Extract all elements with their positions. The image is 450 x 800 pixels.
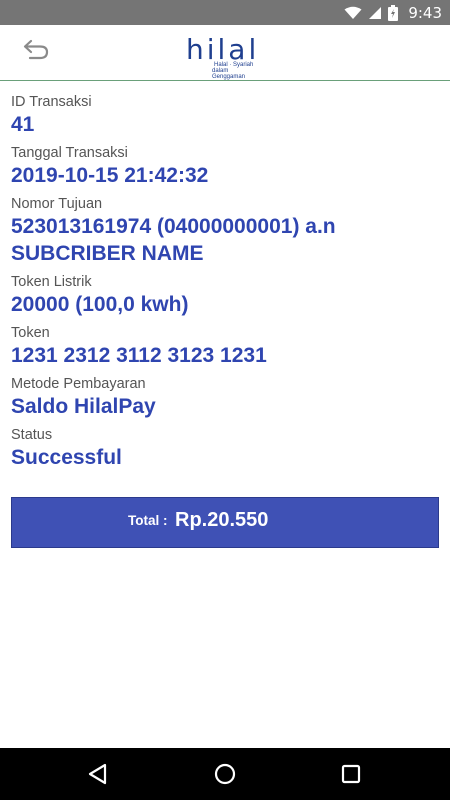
status-value: Successful xyxy=(11,446,122,469)
status-label: Status xyxy=(11,427,53,443)
nomor-tujuan-value: 523013161974 (04000000001) a.n SUBCRIBER… xyxy=(11,215,336,265)
metode-pembayaran-value: Saldo HilalPay xyxy=(11,395,156,418)
token-listrik-label: Token Listrik xyxy=(11,274,92,290)
transaction-detail: ID Transaksi 41 Tanggal Transaksi 2019-1… xyxy=(0,81,450,748)
logo-tagline-2: dalam Genggaman xyxy=(212,68,246,80)
tanggal-transaksi-label: Tanggal Transaksi xyxy=(11,145,128,161)
id-transaksi-label: ID Transaksi xyxy=(11,94,92,110)
id-transaksi-value: 41 xyxy=(11,113,35,136)
wifi-icon xyxy=(344,6,362,19)
token-value: 1231 2312 3112 3123 1231 xyxy=(11,344,267,367)
undo-arrow-icon[interactable] xyxy=(22,37,50,61)
token-listrik-value: 20000 (100,0 kwh) xyxy=(11,293,189,316)
back-triangle-icon[interactable] xyxy=(84,760,112,788)
navigation-bar xyxy=(0,748,450,800)
total-amount: Rp.20.550 xyxy=(175,509,269,531)
transaction-fields: ID Transaksi 41 Tanggal Transaksi 2019-1… xyxy=(11,93,441,477)
tanggal-transaksi-value: 2019-10-15 21:42:32 xyxy=(11,164,209,187)
token-label: Token xyxy=(11,325,50,341)
recents-square-icon[interactable] xyxy=(337,760,365,788)
status-bar: 9:43 xyxy=(0,0,450,25)
hilal-logo: hilal Halal · Syariah dalam Genggaman xyxy=(186,33,262,80)
nomor-tujuan-label: Nomor Tujuan xyxy=(11,196,103,212)
home-circle-icon[interactable] xyxy=(211,760,239,788)
app-bar: hilal Halal · Syariah dalam Genggaman xyxy=(0,25,450,81)
signal-icon xyxy=(369,6,382,19)
total-label: Total : xyxy=(128,513,168,528)
metode-pembayaran-label: Metode Pembayaran xyxy=(11,376,146,392)
clock: 9:43 xyxy=(408,3,442,22)
battery-icon xyxy=(388,4,399,21)
total-button[interactable]: Total : Rp.20.550 xyxy=(11,497,439,548)
